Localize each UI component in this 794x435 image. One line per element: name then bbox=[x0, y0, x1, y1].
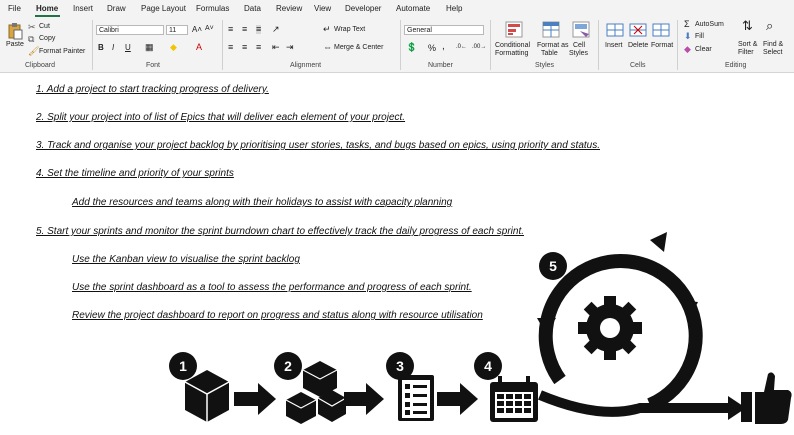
gear-icon bbox=[578, 296, 642, 360]
arrow-right-icon bbox=[234, 383, 276, 415]
badge-5-label: 5 bbox=[549, 258, 557, 274]
badge-2-label: 2 bbox=[284, 358, 292, 374]
arrow-right-icon bbox=[437, 383, 478, 415]
process-graphic: 1 2 3 4 5 bbox=[169, 232, 792, 424]
badge-3-label: 3 bbox=[396, 358, 404, 374]
calendar-icon bbox=[490, 376, 538, 422]
arrow-right-icon bbox=[344, 383, 384, 415]
badge-1-label: 1 bbox=[179, 358, 187, 374]
checklist-icon bbox=[398, 375, 434, 421]
badge-4-label: 4 bbox=[484, 358, 492, 374]
thumbs-up-icon bbox=[741, 372, 792, 424]
box-icon bbox=[184, 370, 230, 422]
